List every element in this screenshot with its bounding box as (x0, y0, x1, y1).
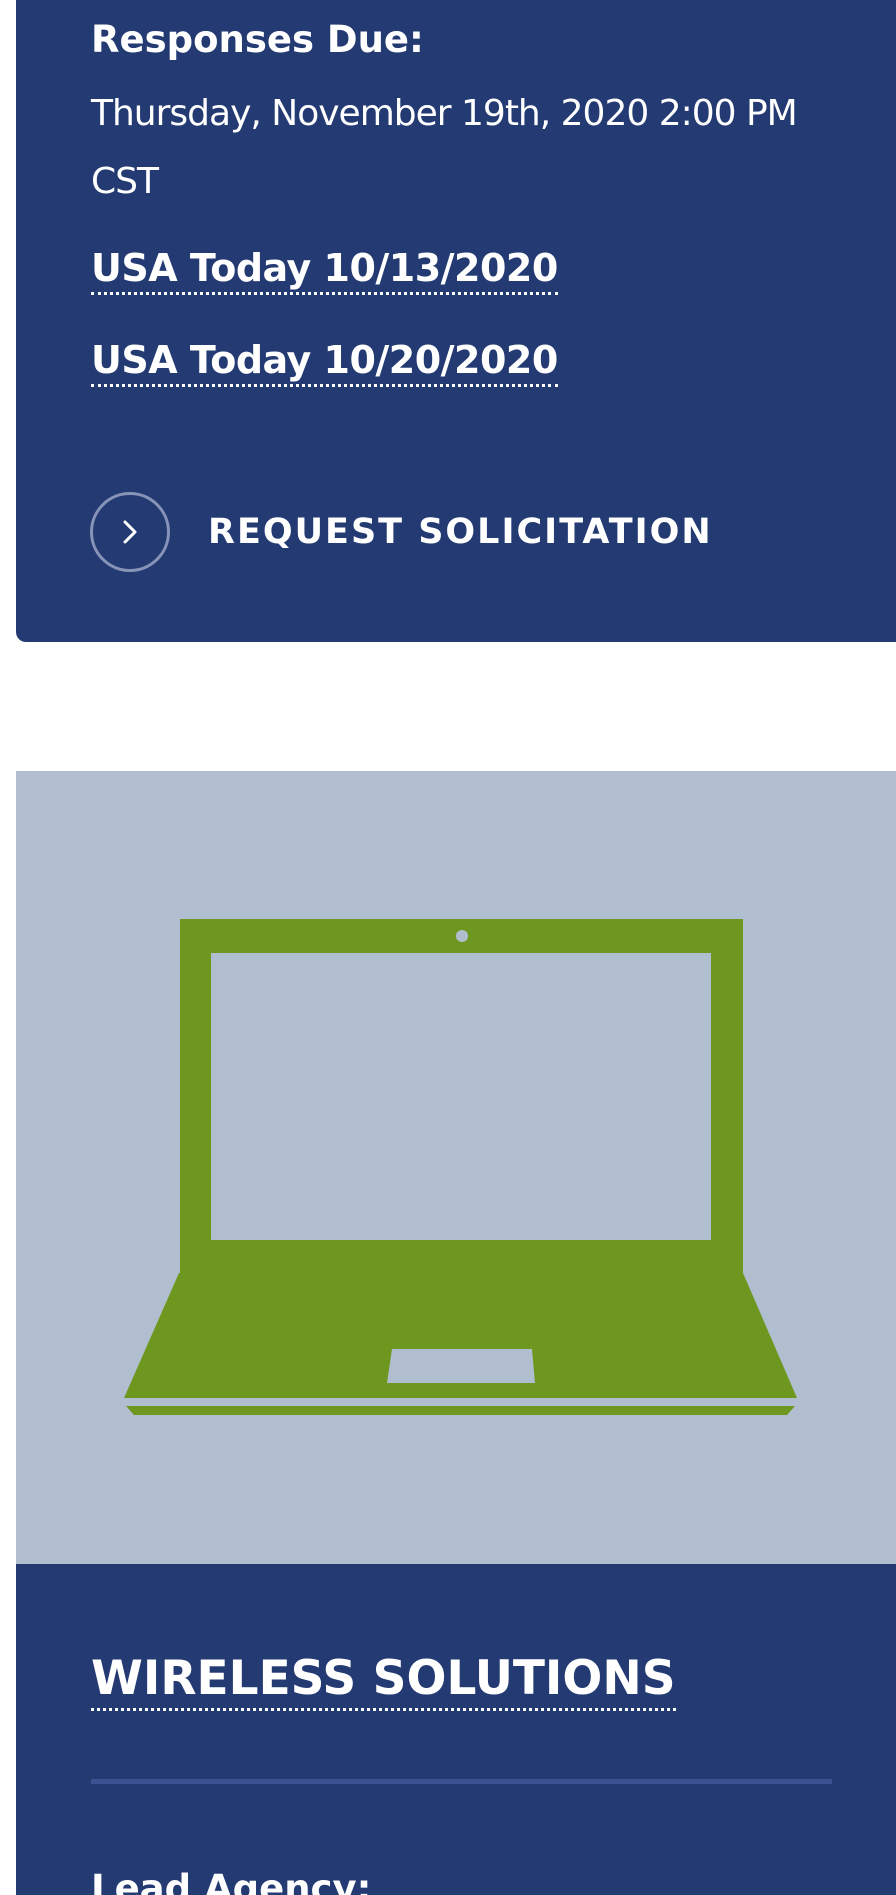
laptop-icon (124, 919, 797, 1415)
request-solicitation-button[interactable]: REQUEST SOLICITATION (90, 487, 713, 577)
responses-due-value: Thursday, November 19th, 2020 2:00 PM CS… (91, 93, 798, 202)
usa-today-link-2[interactable]: USA Today 10/20/2020 (91, 338, 558, 387)
responses-due-label: Responses Due: (91, 18, 424, 61)
chevron-right-icon (90, 492, 170, 572)
lead-agency-label: Lead Agency: (91, 1867, 372, 1895)
solution-card-body (16, 1564, 896, 1895)
usa-today-link-1[interactable]: USA Today 10/13/2020 (91, 246, 558, 295)
wireless-solutions-link[interactable]: WIRELESS SOLUTIONS (91, 1651, 676, 1711)
request-solicitation-label: REQUEST SOLICITATION (208, 512, 713, 552)
page: Responses Due: Thursday, November 19th, … (0, 0, 896, 1895)
divider (91, 1779, 832, 1784)
solution-image (16, 771, 896, 1564)
